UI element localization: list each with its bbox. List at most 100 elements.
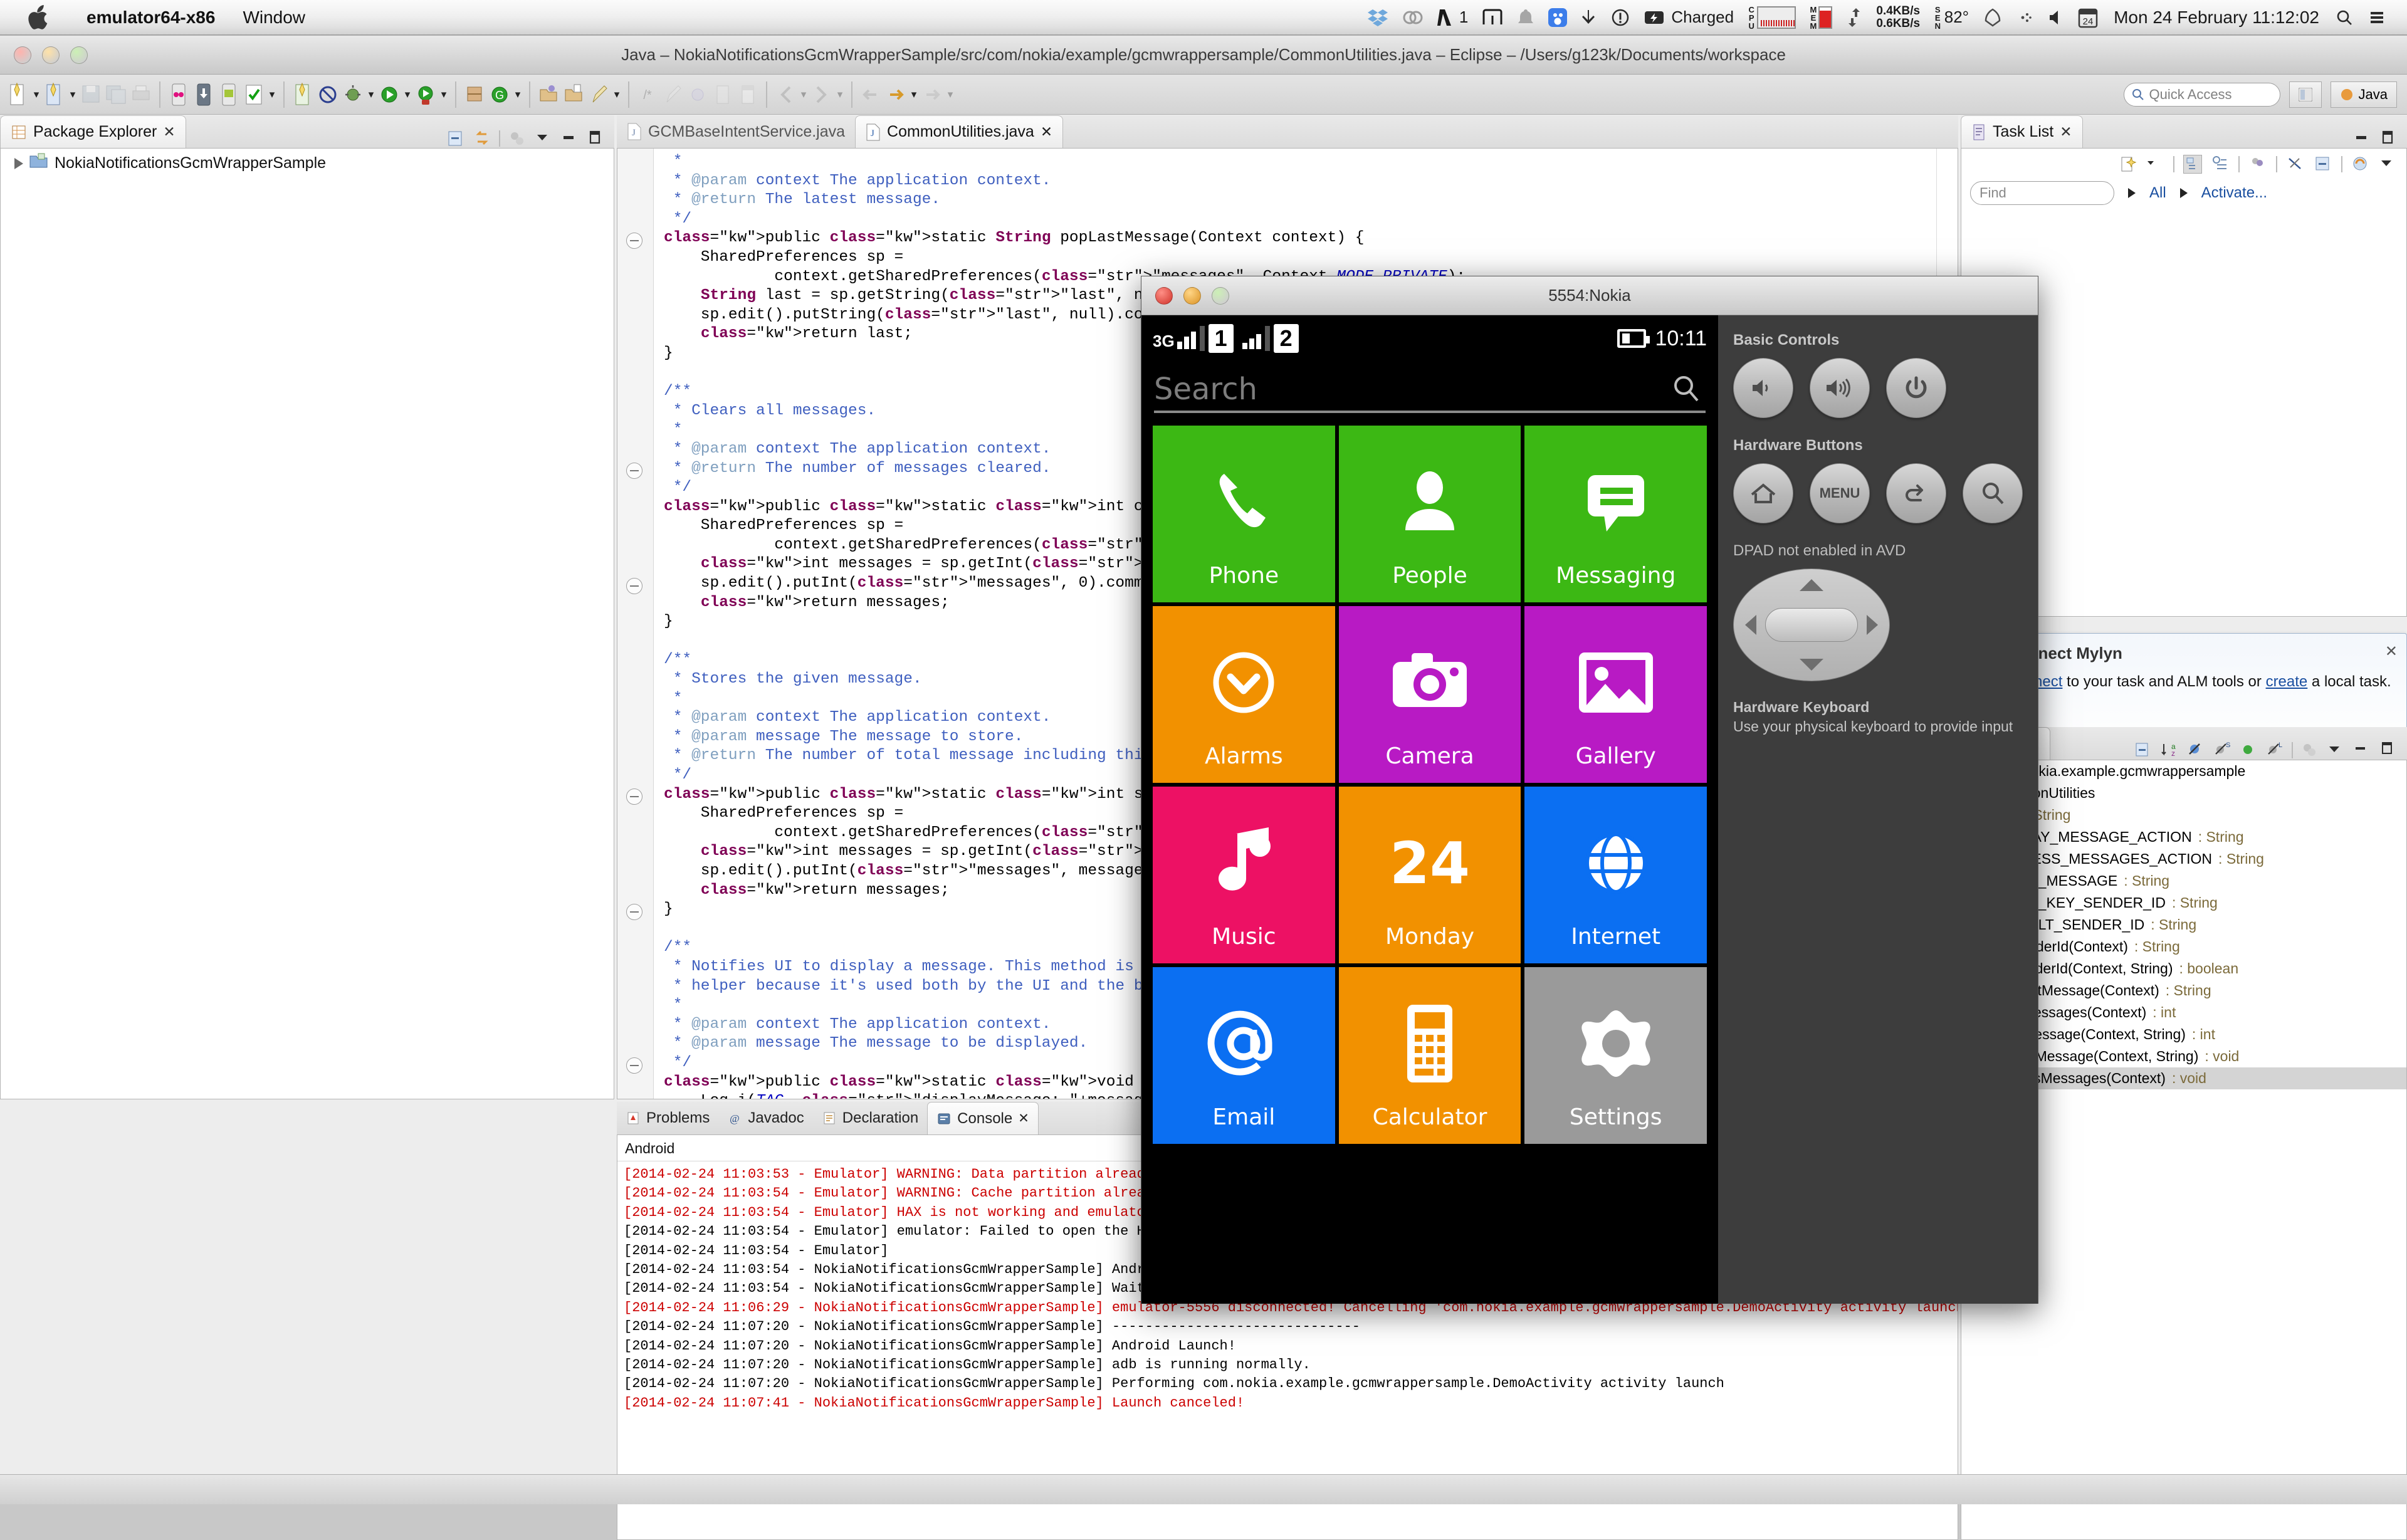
focus-icon[interactable] bbox=[508, 129, 527, 148]
run-lint-icon[interactable] bbox=[242, 81, 266, 108]
task-list-filter-row[interactable]: Find All Activate... bbox=[1961, 177, 2406, 205]
tile-music[interactable]: Music bbox=[1153, 787, 1335, 963]
people-icon[interactable] bbox=[2248, 155, 2267, 174]
tile-camera[interactable]: Camera bbox=[1338, 606, 1521, 783]
volume-icon[interactable] bbox=[2041, 8, 2071, 27]
quick-access-input[interactable]: Quick Access bbox=[2123, 83, 2280, 107]
android-virtual-device-icon[interactable] bbox=[217, 81, 241, 108]
collapse-icon[interactable] bbox=[2314, 155, 2332, 174]
tab-task-list[interactable]: Task List ✕ bbox=[1961, 115, 2083, 148]
filter-all-arrow-icon[interactable] bbox=[2128, 188, 2136, 198]
open-perspective-icon[interactable] bbox=[736, 81, 760, 108]
package-explorer-tree[interactable]: NokiaNotificationsGcmWrapperSample bbox=[0, 148, 614, 1099]
filter-activate-link[interactable]: Activate... bbox=[2201, 184, 2267, 202]
download-icon[interactable] bbox=[1574, 8, 1604, 27]
focus-off-icon[interactable] bbox=[2286, 155, 2305, 174]
open-perspective-button[interactable] bbox=[2289, 81, 2322, 108]
tile-internet[interactable]: Internet bbox=[1524, 787, 1707, 963]
close-window-button[interactable] bbox=[14, 46, 31, 64]
menu-button[interactable]: MENU bbox=[1810, 463, 1870, 523]
dpad-right-icon[interactable] bbox=[1867, 615, 1878, 635]
back-button[interactable] bbox=[1886, 463, 1946, 523]
tile-settings[interactable]: Settings bbox=[1524, 967, 1707, 1144]
creative-cloud-icon[interactable] bbox=[1395, 8, 1430, 27]
tab-gcmbaseintentservice[interactable]: J GCMBaseIntentService.java bbox=[617, 115, 855, 148]
editor-folding-ruler[interactable] bbox=[617, 149, 654, 1099]
tile-monday[interactable]: 24 Monday bbox=[1338, 787, 1521, 963]
android-emulator-window[interactable]: 5554:Nokia 3G 1 2 10:11 Search Phone Peo… bbox=[1141, 276, 2038, 1304]
external-tools-icon[interactable] bbox=[463, 81, 486, 108]
open-type-icon[interactable] bbox=[537, 81, 560, 108]
menu-app-name[interactable]: emulator64-x86 bbox=[73, 8, 229, 28]
tile-gallery[interactable]: Gallery bbox=[1524, 606, 1707, 783]
next-edit-dropdown[interactable]: ▾ bbox=[835, 81, 845, 108]
print-icon[interactable] bbox=[129, 81, 153, 108]
lint-dropdown[interactable]: ▾ bbox=[267, 81, 277, 108]
run-dropdown[interactable]: ▾ bbox=[402, 81, 412, 108]
expand-arrow-icon[interactable] bbox=[14, 157, 23, 169]
avd-manager-icon[interactable] bbox=[192, 81, 216, 108]
view-menu-icon[interactable] bbox=[534, 129, 553, 148]
android-tile-grid[interactable]: Phone People Messaging Alarms Camera Gallery M… bbox=[1141, 422, 1718, 1144]
new-task-dropdown-icon[interactable] bbox=[2146, 155, 2164, 174]
android-sdk-manager-icon[interactable] bbox=[167, 81, 191, 108]
volume-down-button[interactable] bbox=[1733, 358, 1793, 418]
flycut-icon[interactable] bbox=[1475, 8, 1510, 27]
link-with-editor-icon[interactable] bbox=[473, 129, 491, 148]
collapse-all-icon[interactable] bbox=[446, 129, 465, 148]
run-icon[interactable] bbox=[377, 81, 401, 108]
dropbox-icon[interactable] bbox=[1360, 8, 1395, 27]
dpad-control[interactable] bbox=[1733, 568, 1890, 681]
previous-edit-icon[interactable] bbox=[773, 81, 797, 108]
android-search-bar[interactable]: Search bbox=[1154, 368, 1706, 422]
task-list-toolbar[interactable] bbox=[1961, 149, 2406, 177]
tile-people[interactable]: People bbox=[1338, 426, 1521, 602]
tile-messaging[interactable]: Messaging bbox=[1524, 426, 1707, 602]
task-find-input[interactable]: Find bbox=[1970, 181, 2114, 205]
tab-package-explorer[interactable]: Package Explorer ✕ bbox=[0, 115, 186, 148]
scheduled-icon[interactable] bbox=[2211, 155, 2230, 174]
battery-status[interactable]: Charged bbox=[1637, 8, 1741, 27]
minimize-icon[interactable] bbox=[2353, 129, 2372, 148]
minimize-icon[interactable] bbox=[560, 129, 579, 148]
basic-controls-row[interactable] bbox=[1733, 358, 2023, 418]
view-menu-icon[interactable] bbox=[2327, 741, 2346, 760]
package-explorer-toolbar[interactable] bbox=[446, 129, 614, 148]
power-button[interactable] bbox=[1886, 358, 1946, 418]
sort-icon[interactable]: az bbox=[2160, 741, 2179, 760]
tree-item-project[interactable]: NokiaNotificationsGcmWrapperSample bbox=[1, 149, 614, 178]
hide-static-icon[interactable]: S bbox=[2213, 741, 2231, 760]
notification-center-icon[interactable] bbox=[2361, 8, 2393, 27]
search-icon[interactable] bbox=[1670, 373, 1702, 404]
forward-arrow-dropdown[interactable]: ▾ bbox=[945, 81, 955, 108]
close-icon[interactable]: ✕ bbox=[2060, 123, 2072, 140]
home-button[interactable] bbox=[1733, 463, 1793, 523]
face-icon[interactable] bbox=[1541, 8, 1574, 27]
next-annotation-icon[interactable] bbox=[686, 81, 710, 108]
debug-dropdown[interactable]: ▾ bbox=[366, 81, 376, 108]
shield-icon[interactable] bbox=[1976, 8, 2010, 28]
tab-console[interactable]: Console ✕ bbox=[927, 1102, 1039, 1134]
bluetooth-icon[interactable] bbox=[2010, 8, 2041, 27]
filter-activate-arrow-icon[interactable] bbox=[2179, 188, 2188, 198]
new-java-dropdown[interactable]: ▾ bbox=[68, 81, 78, 108]
fold-toggle-icon[interactable] bbox=[626, 463, 642, 479]
forward-history-icon[interactable] bbox=[884, 81, 908, 108]
emulator-device-screen[interactable]: 3G 1 2 10:11 Search Phone People Messagi… bbox=[1141, 315, 1718, 1304]
next-edit-icon[interactable] bbox=[810, 81, 834, 108]
categorized-icon[interactable] bbox=[2183, 155, 2202, 174]
open-resource-icon[interactable] bbox=[562, 81, 585, 108]
quick-access-area[interactable]: Quick Access Java bbox=[2123, 75, 2407, 115]
fold-toggle-icon[interactable] bbox=[626, 1057, 642, 1074]
search-button[interactable] bbox=[1963, 463, 2023, 523]
task-list-window-tools[interactable] bbox=[2353, 129, 2407, 148]
dpad-down-icon[interactable] bbox=[1800, 659, 1823, 671]
perspective-java-button[interactable]: Java bbox=[2330, 81, 2397, 108]
forward-history-dropdown[interactable]: ▾ bbox=[909, 81, 919, 108]
toggle-comment-icon[interactable]: /* bbox=[636, 81, 659, 108]
previous-edit-dropdown[interactable]: ▾ bbox=[799, 81, 809, 108]
tab-commonutilities[interactable]: J CommonUtilities.java ✕ bbox=[855, 115, 1064, 148]
run-as-dropdown[interactable]: ▾ bbox=[439, 81, 449, 108]
dpad-center-button[interactable] bbox=[1765, 608, 1858, 642]
git-dropdown[interactable]: ▾ bbox=[513, 81, 523, 108]
